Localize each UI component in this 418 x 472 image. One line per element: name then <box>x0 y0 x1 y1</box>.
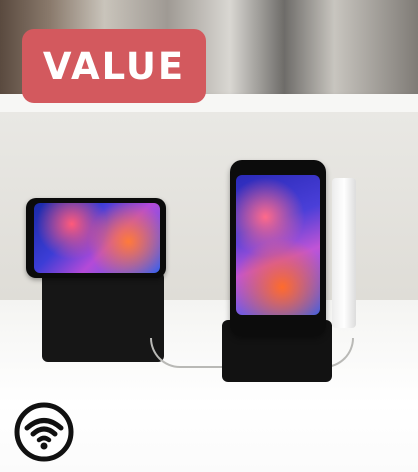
left-stand-base <box>42 270 164 362</box>
product-card[interactable]: VALUE <box>0 0 418 472</box>
pen-holder <box>332 178 356 328</box>
left-phone-screen <box>34 203 160 273</box>
value-badge-label: VALUE <box>42 44 186 88</box>
wireless-charging-icon <box>14 402 74 462</box>
value-badge: VALUE <box>22 29 206 103</box>
right-phone-screen <box>236 175 320 315</box>
